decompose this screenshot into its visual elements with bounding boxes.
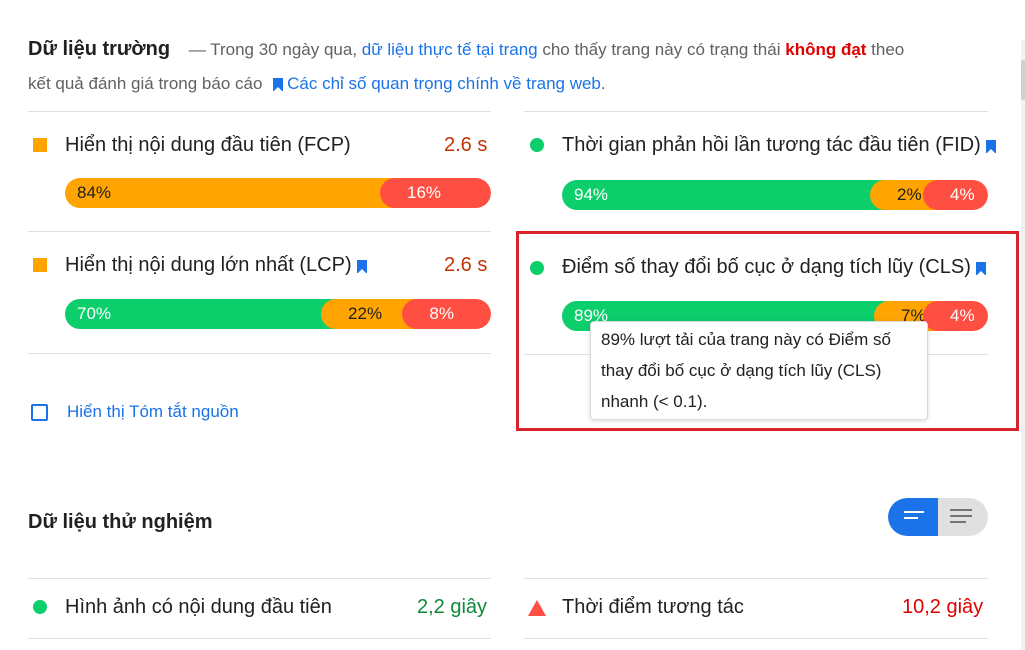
lcp-title: Hiển thị nội dung lớn nhất (LCP) <box>65 254 371 277</box>
source-summary-label[interactable]: Hiển thị Tóm tắt nguồn <box>67 402 239 422</box>
fcp-fast-segment[interactable]: 84% <box>65 178 395 208</box>
divider <box>28 578 491 579</box>
lcp-distribution-bar[interactable]: 70% 22% 8% <box>65 299 491 329</box>
fid-fast-segment[interactable]: 94% <box>562 180 885 210</box>
tooltip-line-1: 89% lượt tải của trang này có Điểm số <box>601 330 891 349</box>
tooltip-line-3: nhanh (< 0.1). <box>601 392 708 411</box>
fast-dot-icon <box>530 138 544 152</box>
cls-tooltip: 89% lượt tải của trang này có Điểm số th… <box>590 321 928 420</box>
lab-data-heading: Dữ liệu thử nghiệm <box>28 511 213 533</box>
cls-slow-segment[interactable]: 4% <box>923 301 988 331</box>
divider <box>524 638 988 639</box>
fcp-distribution-bar[interactable]: 84% 16% <box>65 178 491 208</box>
divider <box>524 578 988 579</box>
average-square-icon <box>33 258 47 272</box>
lab-item-value: 2,2 giây <box>417 596 488 618</box>
fcp-slow-segment[interactable]: 16% <box>380 178 491 208</box>
divider <box>28 353 491 354</box>
compact-view-icon <box>904 511 924 523</box>
cls-title: Điểm số thay đổi bố cục ở dạng tích lũy … <box>562 256 1015 279</box>
view-toggle[interactable] <box>888 498 988 536</box>
lcp-title-text: Hiển thị nội dung lớn nhất (LCP) <box>65 254 352 276</box>
fail-triangle-icon <box>528 600 546 616</box>
fid-title-text: Thời gian phản hồi lần tương tác đầu tiê… <box>562 134 981 156</box>
fid-slow-segment[interactable]: 4% <box>923 180 988 210</box>
scrollbar-thumb[interactable] <box>1021 60 1025 100</box>
tooltip-line-2: thay đổi bố cục ở dạng tích lũy (CLS) <box>601 361 882 380</box>
fast-dot-icon <box>530 261 544 275</box>
divider <box>524 111 988 112</box>
bookmark-icon[interactable] <box>985 140 996 154</box>
fid-title: Thời gian phản hồi lần tương tác đầu tiê… <box>562 134 1015 157</box>
divider <box>28 111 491 112</box>
intro-period: . <box>600 74 606 93</box>
bookmark-icon[interactable] <box>975 262 986 276</box>
bookmark-icon[interactable] <box>356 260 367 274</box>
expanded-view-icon[interactable] <box>950 509 972 527</box>
intro-text-2: cho thấy trang này có trạng thái <box>537 40 786 59</box>
lcp-fast-segment[interactable]: 70% <box>65 299 337 329</box>
fail-status: không đạt <box>785 40 867 59</box>
field-data-heading: Dữ liệu trường <box>28 38 171 60</box>
field-data-link[interactable]: dữ liệu thực tế tại trang <box>362 40 538 59</box>
intro-text-1: Trong 30 ngày qua, <box>205 40 362 59</box>
lab-item-value: 10,2 giây <box>902 596 984 618</box>
divider <box>28 231 491 232</box>
field-data-intro: Dữ liệu trường — Trong 30 ngày qua, dữ l… <box>28 32 928 101</box>
lcp-value: 2.6 s <box>444 254 488 276</box>
fcp-value: 2.6 s <box>444 134 488 156</box>
pass-dot-icon <box>33 600 47 614</box>
fid-distribution-bar[interactable]: 94% 2% 4% <box>562 180 988 210</box>
core-web-vitals-link[interactable]: Các chỉ số quan trọng chính về trang web <box>287 74 601 93</box>
lab-item-title: Hình ảnh có nội dung đầu tiên <box>65 596 332 618</box>
lab-item-title: Thời điểm tương tác <box>562 596 744 618</box>
source-summary-checkbox[interactable] <box>31 404 48 421</box>
fcp-title: Hiển thị nội dung đầu tiên (FCP) <box>65 134 351 156</box>
intro-dash: — <box>188 40 206 59</box>
bookmark-icon <box>273 78 284 92</box>
scrollbar-track[interactable] <box>1021 40 1025 650</box>
divider <box>28 638 491 639</box>
cls-title-text: Điểm số thay đổi bố cục ở dạng tích lũy … <box>562 256 971 278</box>
average-square-icon <box>33 138 47 152</box>
lcp-slow-segment[interactable]: 8% <box>402 299 491 329</box>
